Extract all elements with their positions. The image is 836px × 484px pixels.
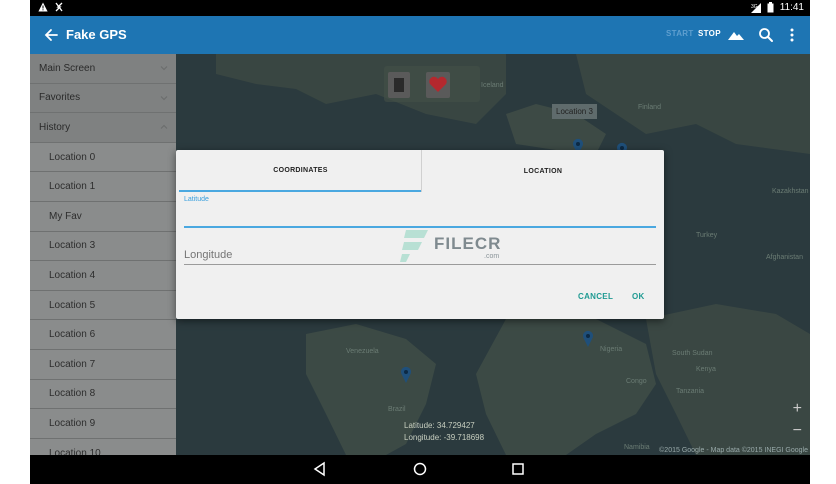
back-arrow-icon[interactable] xyxy=(42,25,62,45)
map-label-congo: Congo xyxy=(626,378,647,385)
map-pin-icon[interactable] xyxy=(582,330,594,348)
drawer-item-label: Location 8 xyxy=(49,388,96,400)
latitude-readout: Latitude: 34.729427 xyxy=(404,421,475,430)
usb-debug-icon xyxy=(55,2,63,12)
drawer-item-label: Location 5 xyxy=(49,299,96,311)
signal-icon: 3G xyxy=(750,2,761,13)
chevron-down-icon xyxy=(160,96,168,101)
drawer-item-label: Location 6 xyxy=(49,329,96,341)
app-title: Fake GPS xyxy=(66,27,127,42)
status-bar: 3G 11:41 xyxy=(30,0,810,16)
status-time: 11:41 xyxy=(779,2,804,13)
status-right: 3G 11:41 xyxy=(750,2,804,13)
map-label-iceland: Iceland xyxy=(481,82,504,89)
drawer-item-label: Favorites xyxy=(39,92,81,104)
map-label-venezuela: Venezuela xyxy=(346,348,379,355)
svg-text:3G: 3G xyxy=(751,4,758,10)
stop-button[interactable]: STOP xyxy=(698,29,721,38)
navigation-drawer: Main Screen Favorites History Location 0 Loc… xyxy=(30,54,176,455)
map-label-brazil: Brazil xyxy=(388,406,406,413)
map-label-afghanistan: Afghanistan xyxy=(766,254,803,261)
drawer-item[interactable]: Location 8 xyxy=(30,379,176,410)
drawer-item[interactable]: History xyxy=(30,113,176,143)
drawer-item-label: Location 1 xyxy=(49,181,96,193)
chevron-down-icon xyxy=(160,66,168,71)
watermark-logo-icon xyxy=(400,230,428,262)
home-nav-icon[interactable] xyxy=(412,461,428,477)
battery-icon xyxy=(767,2,774,13)
drawer-item[interactable]: Location 6 xyxy=(30,320,176,350)
drawer-item-label: Main Screen xyxy=(39,62,96,74)
map-label-nigeria: Nigeria xyxy=(600,346,623,353)
back-nav-icon[interactable] xyxy=(312,461,328,477)
drawer-item[interactable]: Location 10 xyxy=(30,438,176,455)
drawer-item-label: Location 0 xyxy=(49,151,96,163)
warning-icon xyxy=(38,2,48,12)
cancel-button[interactable]: CANCEL xyxy=(578,292,613,301)
status-left xyxy=(38,2,64,12)
drawer-item[interactable]: Location 7 xyxy=(30,349,176,380)
map-pin-icon[interactable] xyxy=(400,366,412,384)
drawer-item[interactable]: Location 0 xyxy=(30,142,176,173)
tab-coordinates[interactable]: COORDINATES xyxy=(179,150,422,192)
drawer-item[interactable]: Location 4 xyxy=(30,261,176,291)
drawer-item-label: Location 9 xyxy=(49,417,96,429)
map-label-south-sudan: South Sudan xyxy=(672,350,713,357)
marker-info-window[interactable]: Location 3 xyxy=(552,104,597,119)
map-label-turkey: Turkey xyxy=(696,232,718,239)
chevron-up-icon xyxy=(160,125,168,130)
drawer-item-label: Location 7 xyxy=(49,358,96,370)
zoom-in-button[interactable]: + xyxy=(793,400,802,418)
start-button[interactable]: START xyxy=(666,29,694,38)
map-attribution: ©2015 Google - Map data ©2015 INEGI Goog… xyxy=(659,447,808,454)
drawer-item-label: Location 10 xyxy=(49,447,101,455)
drawer-item[interactable]: Favorites xyxy=(30,84,176,114)
terrain-icon[interactable] xyxy=(726,25,746,45)
tab-location[interactable]: LOCATION xyxy=(421,150,664,192)
overflow-menu-icon[interactable] xyxy=(782,25,802,45)
watermark-text: FILECR xyxy=(434,234,502,253)
recents-nav-icon[interactable] xyxy=(510,461,526,477)
drawer-item[interactable]: Location 9 xyxy=(30,409,176,439)
drawer-item[interactable]: Location 1 xyxy=(30,172,176,202)
watermark-sub: .com xyxy=(484,253,500,260)
drawer-item-label: My Fav xyxy=(49,210,82,222)
latitude-input[interactable] xyxy=(184,208,656,228)
drawer-item-label: History xyxy=(39,121,71,133)
drawer-item[interactable]: My Fav xyxy=(30,201,176,232)
map-label-tanzania: Tanzania xyxy=(676,388,705,395)
zoom-out-button[interactable]: − xyxy=(793,422,802,440)
map-label-finland: Finland xyxy=(638,104,661,111)
map-label-kazakhstan: Kazakhstan xyxy=(772,188,809,195)
map-label-kenya: Kenya xyxy=(696,366,716,373)
map-label-namibia: Namibia xyxy=(624,444,650,451)
search-icon[interactable] xyxy=(756,25,776,45)
drawer-item[interactable]: Location 5 xyxy=(30,290,176,321)
drawer-item-label: Location 3 xyxy=(49,240,96,252)
watermark: FILECR .com xyxy=(398,228,518,268)
drawer-item[interactable]: Location 3 xyxy=(30,231,176,262)
ok-button[interactable]: OK xyxy=(632,292,645,301)
drawer-item[interactable]: Main Screen xyxy=(30,54,176,84)
app-bar: Fake GPS START STOP xyxy=(30,16,810,54)
android-device: 3G 11:41 Fake GPS START STOP Iceland Fin… xyxy=(30,0,810,484)
latitude-label: Latitude xyxy=(184,196,209,203)
drawer-item-label: Location 4 xyxy=(49,269,96,281)
system-nav-bar xyxy=(30,455,810,484)
longitude-readout: Longitude: -39.718698 xyxy=(404,433,485,442)
